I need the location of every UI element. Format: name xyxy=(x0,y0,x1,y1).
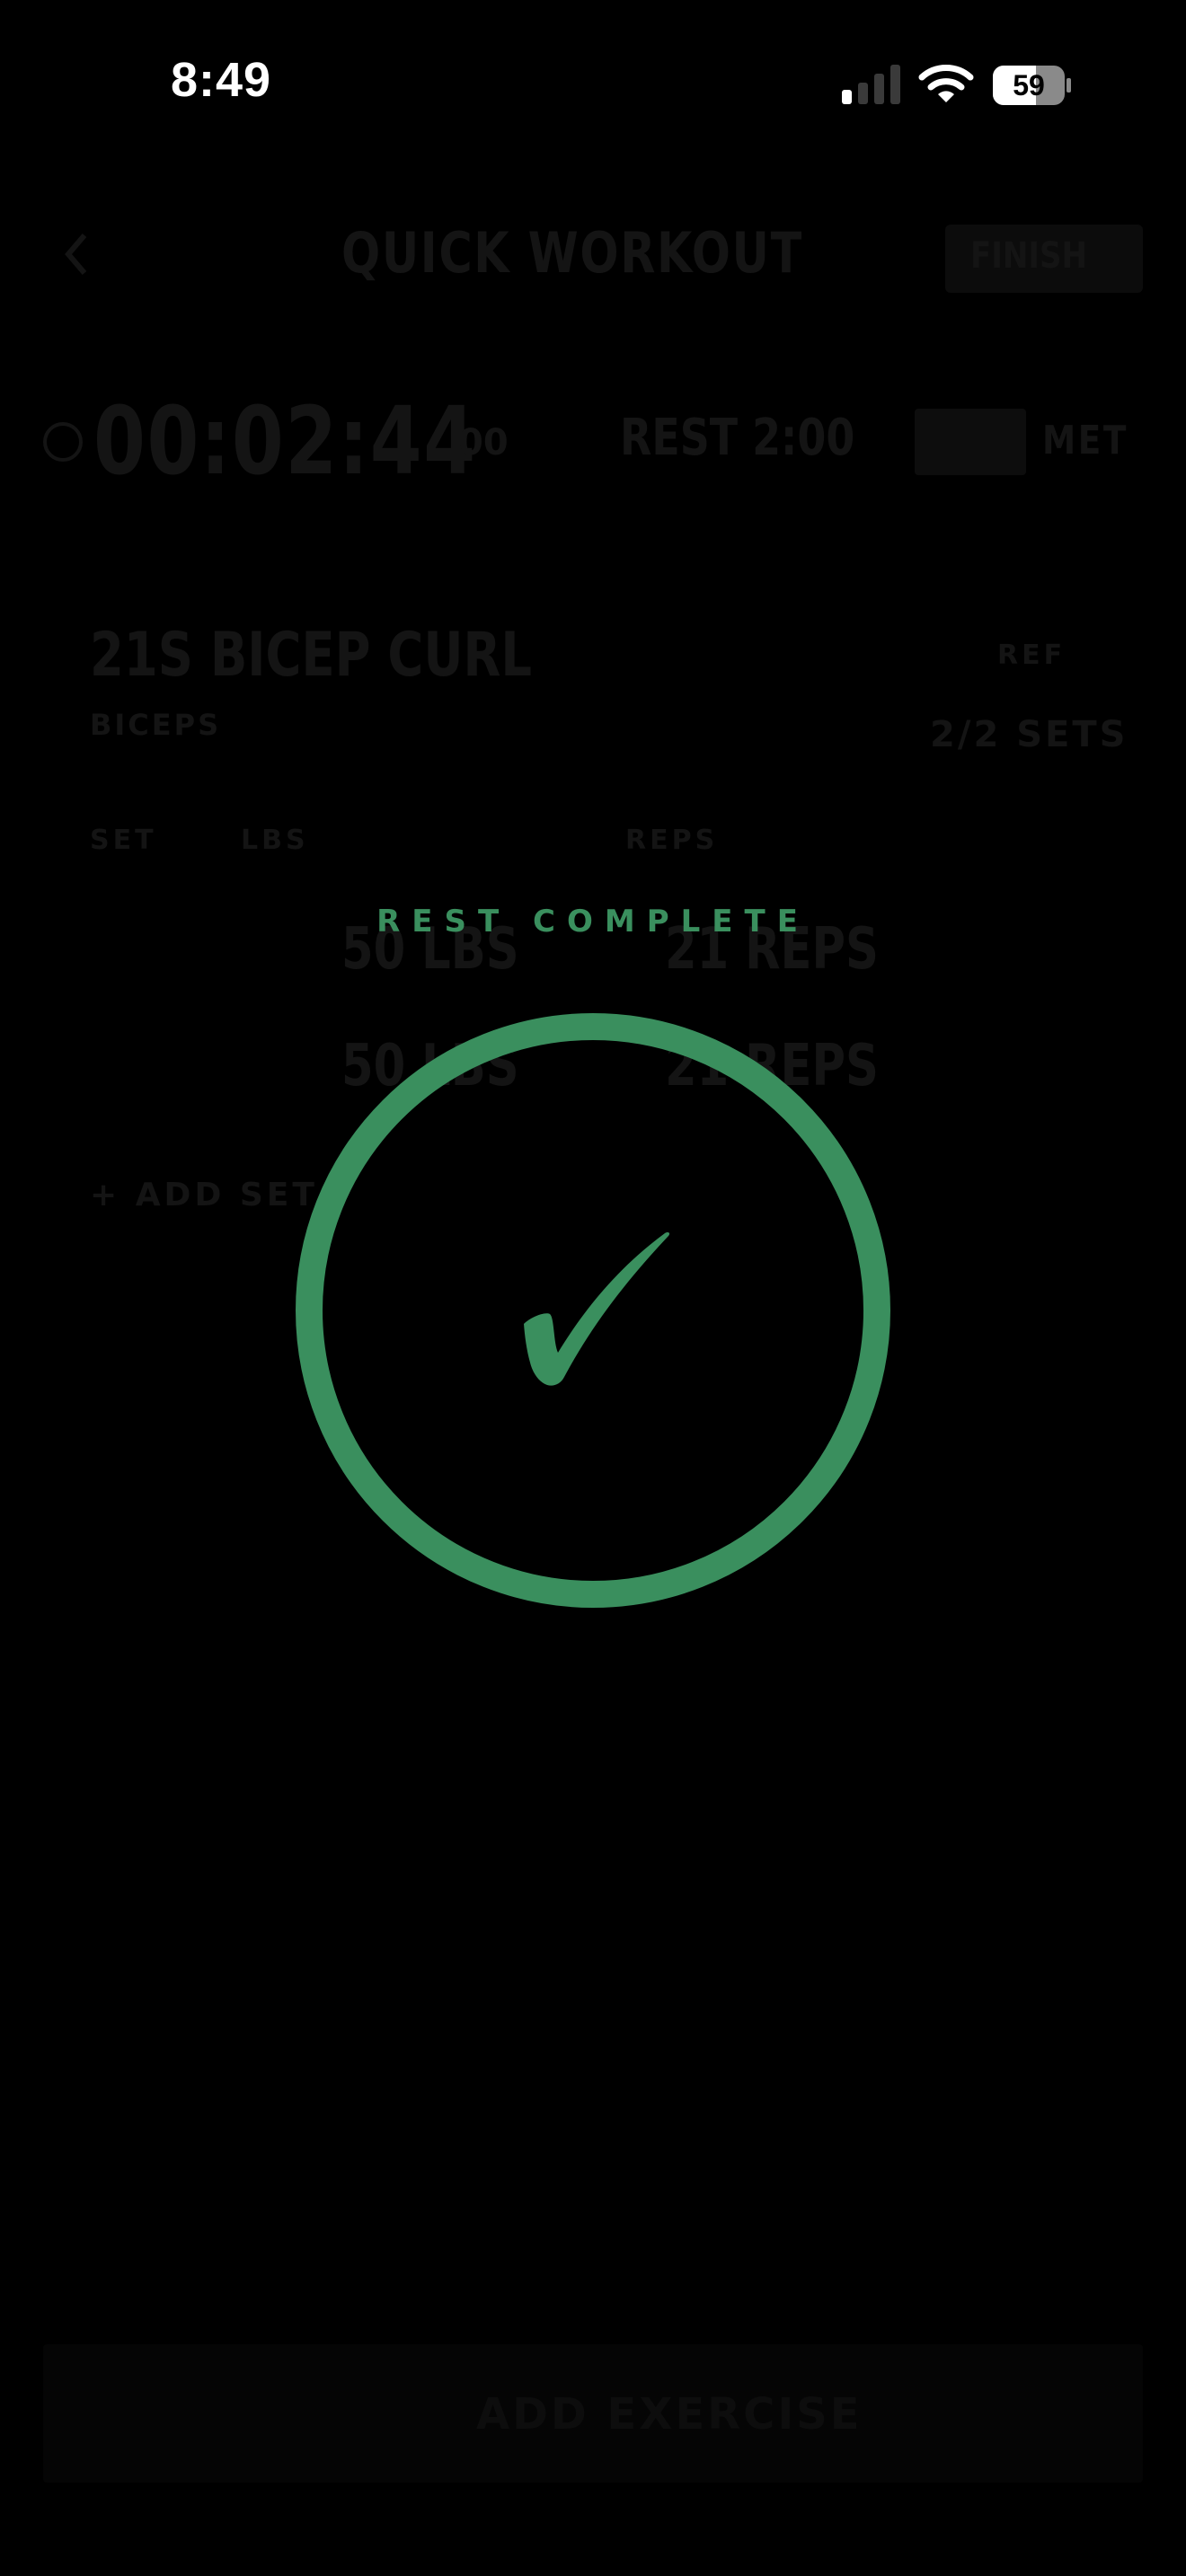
add-set-button[interactable]: + ADD SET xyxy=(90,1177,318,1213)
battery-level: 59 xyxy=(1013,69,1045,101)
column-header-reps: REPS xyxy=(625,825,719,856)
status-time: 8:49 xyxy=(171,53,272,107)
rest-complete-title: REST COMPLETE xyxy=(376,904,810,940)
add-exercise-label: ADD EXERCISE xyxy=(476,2389,863,2439)
elapsed-timer: 00:02:44 xyxy=(93,386,477,496)
wifi-icon xyxy=(918,65,974,102)
met-label: MET xyxy=(1042,418,1128,463)
workout-title: QUICK WORKOUT xyxy=(341,220,803,286)
timer-unit: 00 xyxy=(458,422,509,463)
rest-complete-check xyxy=(296,1013,890,1608)
ref-label[interactable]: REF xyxy=(997,640,1066,671)
back-chevron-icon xyxy=(65,234,87,275)
column-header-set: SET xyxy=(90,825,157,856)
met-toggle[interactable] xyxy=(915,409,1026,475)
cellular-signal-icon xyxy=(842,65,900,104)
checkmark-icon xyxy=(524,1232,670,1386)
exercise-name[interactable]: 21S BICEP CURL xyxy=(90,620,532,691)
exercise-muscle-group: BICEPS xyxy=(90,708,222,742)
column-header-lbs: LBS xyxy=(241,825,309,856)
status-bar: 8:49 59 xyxy=(0,0,1186,171)
finish-button-label: FINISH xyxy=(970,235,1087,277)
timer-icon xyxy=(43,422,83,462)
sets-count: 2/2 SETS xyxy=(930,714,1128,755)
battery-icon: 59 xyxy=(993,66,1071,105)
rest-timer-label[interactable]: REST 2:00 xyxy=(620,409,854,467)
